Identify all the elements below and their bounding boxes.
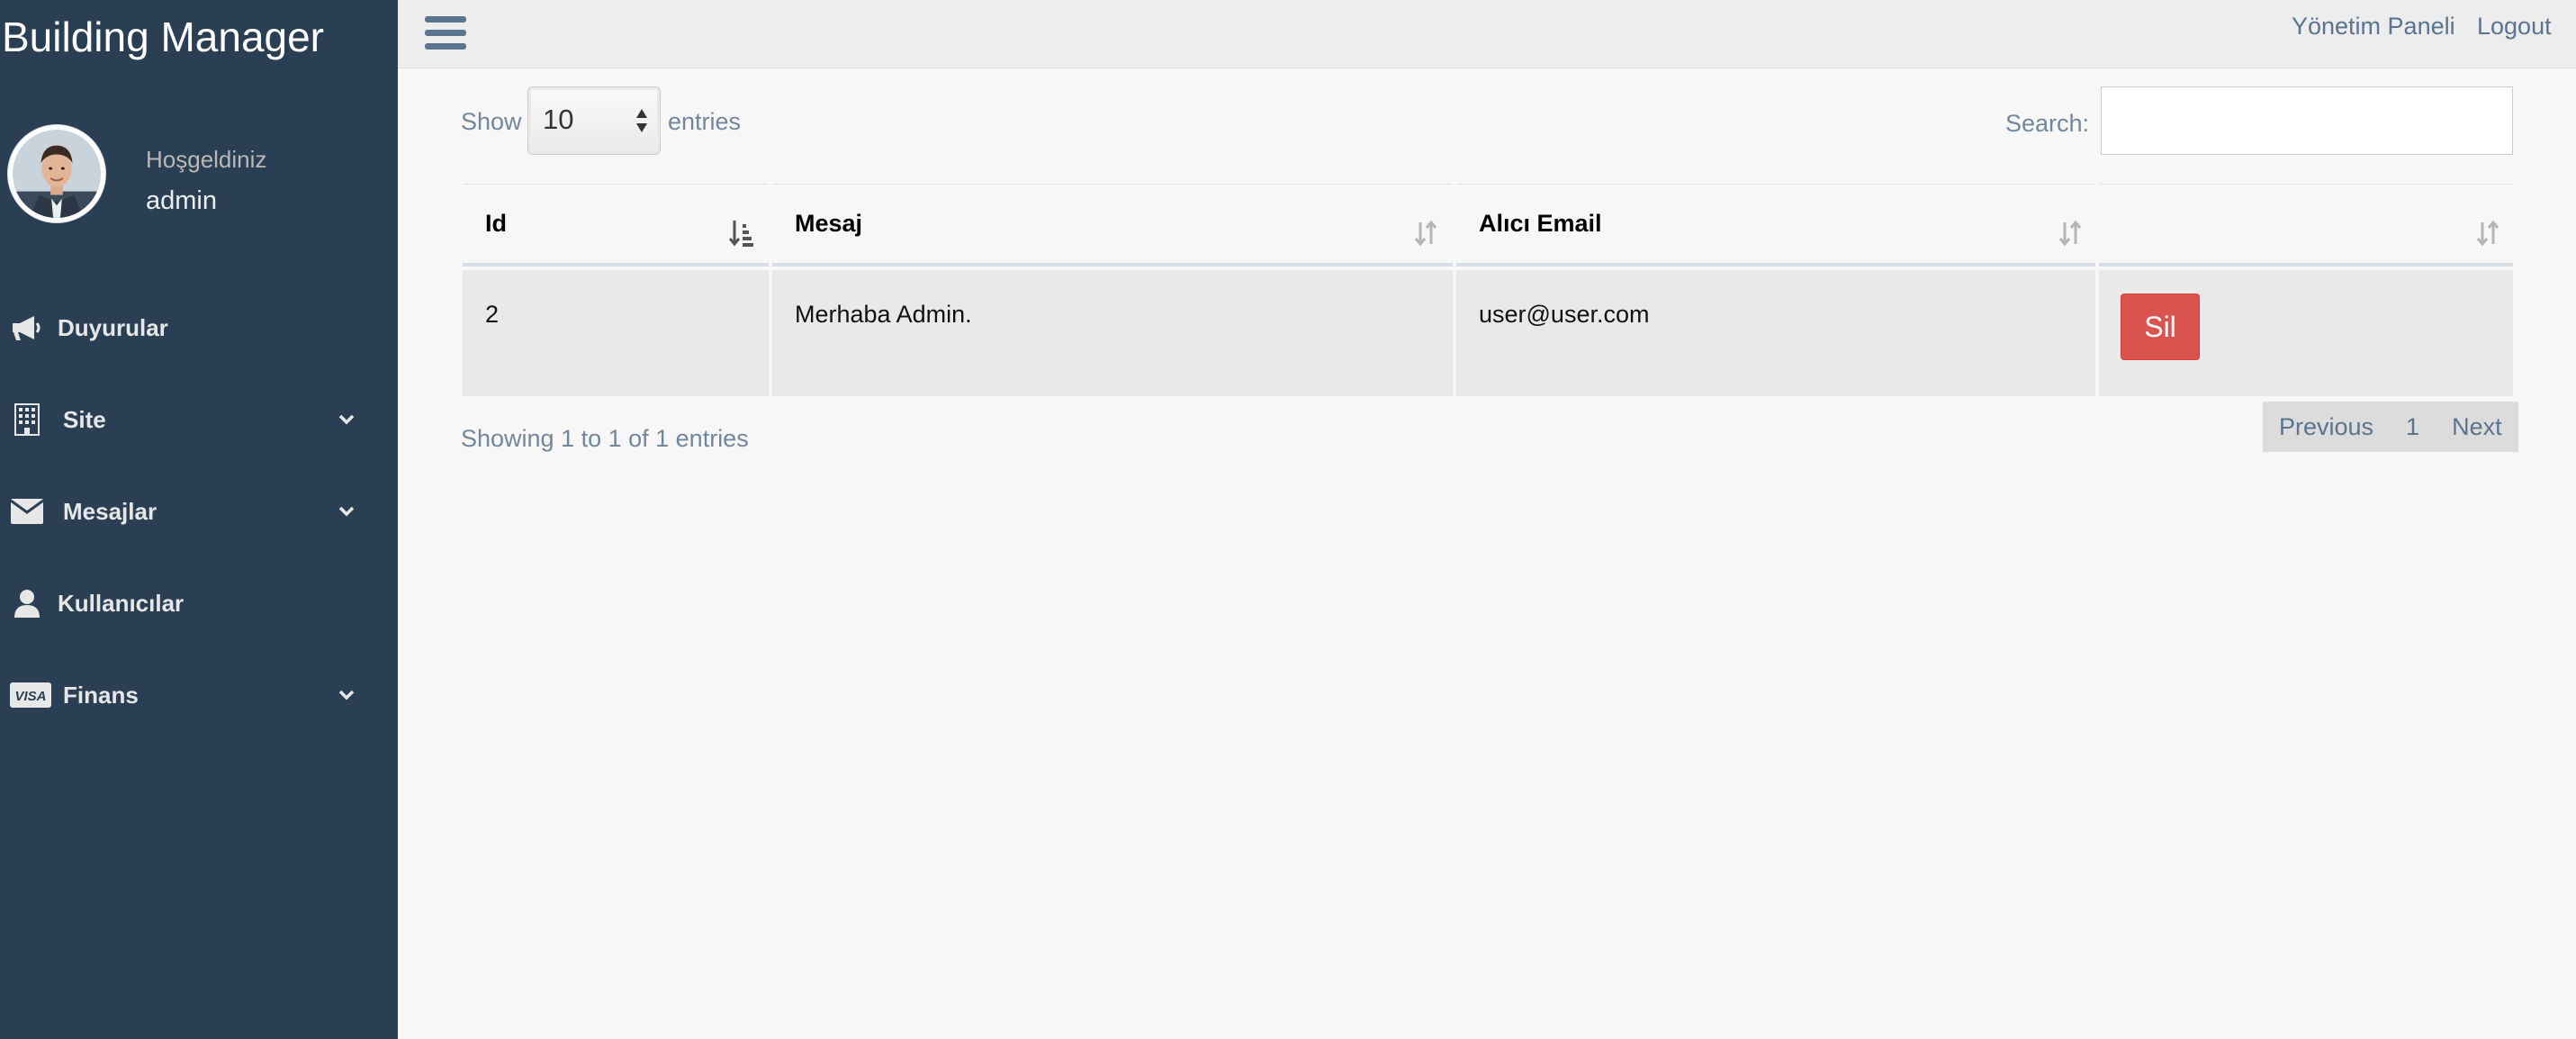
show-label: Show	[461, 108, 522, 135]
visa-card-icon: VISA	[9, 677, 52, 713]
envelope-icon	[9, 493, 45, 529]
logout-link[interactable]: Logout	[2477, 13, 2552, 41]
sidebar-item-label: Finans	[63, 681, 139, 709]
previous-page-button[interactable]: Previous	[2263, 413, 2390, 441]
bullhorn-icon	[9, 310, 45, 346]
chevron-down-icon	[338, 506, 355, 517]
entries-length-value: 10	[543, 104, 574, 135]
pagination: Previous 1 Next	[2263, 402, 2518, 452]
building-icon	[9, 402, 45, 438]
sidebar-item-label: Mesajlar	[63, 497, 158, 525]
cell-text: Merhaba Admin.	[795, 301, 972, 328]
sort-icon	[1414, 220, 1437, 247]
column-header-actions[interactable]	[2099, 184, 2513, 267]
svg-text:VISA: VISA	[14, 689, 46, 704]
sidebar-item-label: Kullanıcılar	[58, 589, 185, 617]
column-header-label: Mesaj	[795, 210, 863, 237]
cell-text: user@user.com	[1479, 301, 1650, 328]
sidebar: Building Manager Hoşgeldiniz admin Duyur…	[0, 0, 398, 1039]
sidebar-item-site[interactable]: Site	[0, 384, 398, 456]
table-cell-mesaj: Merhaba Admin.	[772, 270, 1453, 396]
entries-label: entries	[668, 108, 742, 135]
column-header-mesaj[interactable]: Mesaj	[772, 184, 1453, 267]
column-header-label: Id	[485, 210, 507, 237]
cell-text: 2	[485, 301, 500, 328]
column-header-label: Alıcı Email	[1479, 210, 1602, 237]
table-cell-id: 2	[463, 270, 769, 396]
chevron-down-icon	[338, 690, 355, 700]
sidebar-item-label: Site	[63, 405, 106, 433]
chevron-down-icon	[338, 414, 355, 425]
column-header-email[interactable]: Alıcı Email	[1456, 184, 2095, 267]
sort-icon	[2476, 220, 2499, 247]
sidebar-item-label: Duyurular	[58, 313, 168, 341]
search-input[interactable]	[2101, 86, 2513, 155]
user-icon	[9, 585, 45, 621]
sidebar-item-finans[interactable]: VISA Finans	[0, 659, 398, 731]
table-cell-email: user@user.com	[1456, 270, 2095, 396]
delete-button[interactable]: Sil	[2121, 294, 2200, 360]
sort-ascending-icon	[729, 221, 753, 247]
column-header-id[interactable]: Id	[463, 184, 769, 267]
panel-link[interactable]: Yönetim Paneli	[2292, 13, 2455, 41]
next-page-button[interactable]: Next	[2436, 413, 2518, 441]
search-label: Search:	[2005, 110, 2090, 137]
select-arrows-icon	[636, 109, 647, 132]
welcome-text: Hoşgeldiniz	[146, 146, 267, 173]
sidebar-item-duyurular[interactable]: Duyurular	[0, 292, 398, 364]
sidebar-item-mesajlar[interactable]: Mesajlar	[0, 475, 398, 547]
menu-toggle-icon[interactable]	[425, 16, 466, 52]
sidebar-item-kullanicilar[interactable]: Kullanıcılar	[0, 567, 398, 639]
avatar	[7, 124, 106, 223]
topbar: Yönetim Paneli Logout	[398, 0, 2576, 68]
brand-title[interactable]: Building Manager	[2, 13, 324, 61]
table-info: Showing 1 to 1 of 1 entries	[461, 425, 749, 452]
page-1-button[interactable]: 1	[2390, 413, 2436, 441]
sort-icon	[2058, 220, 2082, 247]
username: admin	[146, 186, 217, 215]
entries-length-select[interactable]: 10	[527, 86, 661, 155]
